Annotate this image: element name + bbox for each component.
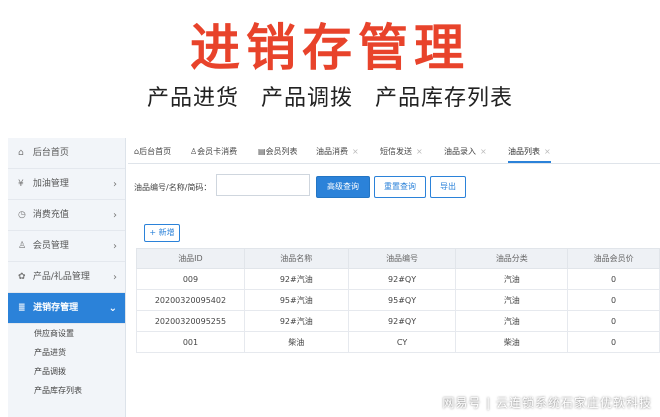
user-icon: ♙ [18,241,27,251]
table-cell: 0 [567,310,660,332]
column-header[interactable]: 油品分类 [455,248,569,269]
sidebar-item-label: 产品/礼品管理 [32,272,90,282]
sidebar-subitem-suppliers[interactable]: 供应商设置 [8,324,125,343]
table-cell: 92#QY [347,268,457,290]
table-cell: 92#汽油 [243,268,349,290]
table-cell: 汽油 [455,310,569,332]
gauge-icon: ◷ [18,210,26,220]
tab-label: 后台首页 [139,147,172,156]
tab-label: 短信发送 [380,147,412,156]
tab-fuel-list[interactable]: 油品列表 × [508,146,551,163]
table-cell: 20200320095402 [136,289,245,311]
tab-sms[interactable]: 短信发送 × [380,146,423,157]
table-cell: 汽油 [455,268,569,290]
tab-card-consume[interactable]: ♙会员卡消费 [190,146,237,157]
sidebar-item-label: 加油管理 [32,179,69,189]
sidebar-item-home[interactable]: ⌂ 后台首页 [8,138,125,169]
promo-banner: 进销存管理 产品进货 产品调拨 产品库存列表 [0,0,660,138]
table-cell: 0 [567,268,660,290]
sidebar-subitem-transfer[interactable]: 产品调拨 [8,362,125,381]
advanced-query-button[interactable]: 高级查询 [316,176,370,198]
tab-label: 油品消费 [316,147,348,156]
add-button[interactable]: + 新增 [144,224,180,242]
table-cell: 009 [136,268,245,290]
tab-label: 会员列表 [265,147,298,156]
search-label: 油品编号/名称/简码： [134,183,212,192]
column-header[interactable]: 油品会员价 [567,248,660,269]
table-row[interactable]: 20200320095402 95#汽油 95#QY 汽油 0 [136,289,660,311]
tab-label: 油品录入 [444,147,476,156]
chevron-down-icon: ⌄ [108,303,117,314]
sidebar: ⌂ 后台首页 ¥ 加油管理 › ◷ 消费充值 › ♙ 会员管理 › ✿ 产品/礼… [8,138,126,417]
table-row[interactable]: 009 92#汽油 92#QY 汽油 0 [136,268,660,290]
list-icon: ▤ [258,147,266,156]
table-row[interactable]: 20200320095255 92#汽油 92#QY 汽油 0 [136,310,660,332]
home-icon: ⌂ [18,148,24,158]
close-icon[interactable]: × [480,147,487,156]
table-cell: 001 [136,331,245,353]
table-cell: 柴油 [243,331,349,353]
table-row[interactable]: 001 柴油 CY 柴油 0 [136,331,660,353]
table-cell: CY [347,331,457,353]
table-cell: 汽油 [455,289,569,311]
table-cell: 92#QY [347,310,457,332]
tab-label: 会员卡消费 [197,147,238,156]
table-cell: 20200320095255 [136,310,245,332]
chevron-right-icon: › [113,241,117,252]
table-cell: 0 [567,289,660,311]
tab-home[interactable]: ⌂后台首页 [134,146,171,157]
close-icon[interactable]: × [416,147,423,156]
sidebar-item-recharge[interactable]: ◷ 消费充值 › [8,200,125,231]
app-window: ⌂ 后台首页 ¥ 加油管理 › ◷ 消费充值 › ♙ 会员管理 › ✿ 产品/礼… [0,138,660,417]
yen-icon: ¥ [18,179,24,189]
tab-fuel-consume[interactable]: 油品消费 × [316,146,359,157]
table-cell: 柴油 [455,331,569,353]
export-button[interactable]: 导出 [430,176,466,198]
sidebar-subitem-purchase[interactable]: 产品进货 [8,343,125,362]
main-content: ⌂后台首页 ♙会员卡消费 ▤会员列表 油品消费 × 短信发送 × 油品录入 × 油品列… [128,138,660,417]
stack-icon: ≣ [18,303,26,313]
sidebar-item-members[interactable]: ♙ 会员管理 › [8,231,125,262]
sidebar-item-label: 会员管理 [32,241,69,251]
search-input[interactable] [216,174,310,196]
table-cell: 95#汽油 [243,289,349,311]
close-icon[interactable]: × [352,147,359,156]
watermark: 网易号 | 云连锁系统石家庄优软科技 [442,396,652,410]
close-icon[interactable]: × [544,147,551,156]
table-cell: 92#汽油 [243,310,349,332]
sidebar-item-label: 进销存管理 [33,303,79,313]
tab-fuel-entry[interactable]: 油品录入 × [444,146,487,157]
sidebar-item-label: 消费充值 [32,210,69,220]
column-header[interactable]: 油品名称 [243,248,349,269]
chevron-right-icon: › [113,210,117,221]
banner-subtitle: 产品进货 产品调拨 产品库存列表 [147,86,513,111]
gift-icon: ✿ [18,272,26,282]
tab-member-list[interactable]: ▤会员列表 [258,146,298,157]
reset-query-button[interactable]: 重置查询 [374,176,426,198]
table-cell: 0 [567,331,660,353]
table-header-row: 油品ID 油品名称 油品编号 油品分类 油品会员价 [136,248,660,269]
sidebar-subitem-stock-list[interactable]: 产品库存列表 [8,381,125,400]
table-cell: 95#QY [347,289,457,311]
chevron-right-icon: › [113,179,117,190]
sidebar-item-label: 后台首页 [32,148,69,158]
chevron-right-icon: › [113,272,117,283]
banner-title: 进销存管理 [190,19,470,77]
fuel-table: 油品ID 油品名称 油品编号 油品分类 油品会员价 009 92#汽油 92#Q… [136,248,660,353]
tab-label: 油品列表 [508,147,540,156]
sidebar-item-products[interactable]: ✿ 产品/礼品管理 › [8,262,125,293]
column-header[interactable]: 油品ID [136,248,245,269]
sidebar-item-fuel[interactable]: ¥ 加油管理 › [8,169,125,200]
sidebar-item-inventory[interactable]: ≣ 进销存管理 ⌄ [8,293,125,324]
column-header[interactable]: 油品编号 [347,248,457,269]
tab-bar: ⌂后台首页 ♙会员卡消费 ▤会员列表 油品消费 × 短信发送 × 油品录入 × 油品列… [128,142,660,164]
